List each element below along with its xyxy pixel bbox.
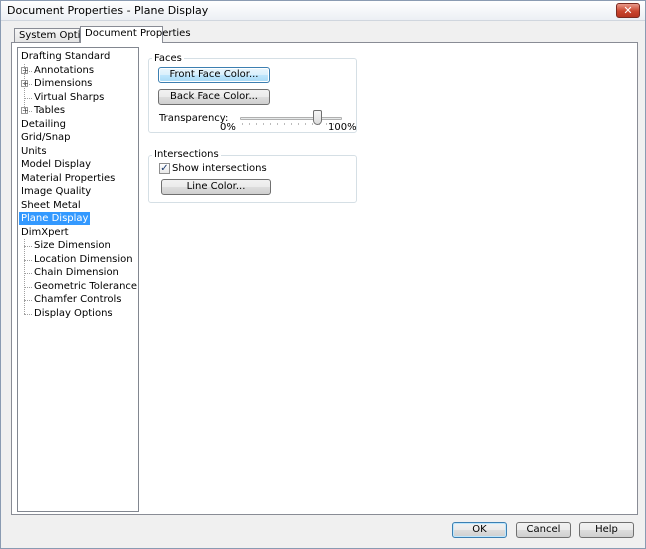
tree-item-display-options[interactable]: Display Options <box>32 307 115 320</box>
back-face-color-button[interactable]: Back Face Color... <box>158 89 270 105</box>
ok-button[interactable]: OK <box>452 522 507 538</box>
tree-item-tables[interactable]: Tables <box>32 104 67 117</box>
tree-connector-line <box>24 239 25 314</box>
tree-connector-line <box>24 286 32 288</box>
tree-item-sheet-metal[interactable]: Sheet Metal <box>19 199 83 212</box>
tree-item-material-properties[interactable]: Material Properties <box>19 172 117 185</box>
tree-item-plane-display[interactable]: Plane Display <box>19 212 91 225</box>
window-title: Document Properties - Plane Display <box>7 4 209 17</box>
intersections-group-label: Intersections <box>152 149 221 160</box>
tab-system-options[interactable]: System Options <box>14 28 98 43</box>
tree-item-dimensions[interactable]: Dimensions <box>32 77 94 90</box>
tree-item-virtual-sharps[interactable]: Virtual Sharps <box>32 91 106 104</box>
cancel-button[interactable]: Cancel <box>516 522 571 538</box>
tree-item-size-dimension[interactable]: Size Dimension <box>32 239 113 252</box>
tree-item-image-quality[interactable]: Image Quality <box>19 185 93 198</box>
tree-connector-line <box>24 97 32 99</box>
transparency-label: Transparency: <box>159 113 229 124</box>
tab-panel: Drafting Standard + Annotations + Dimensions… <box>11 42 638 515</box>
tree-connector-line <box>24 300 32 301</box>
tree-item-detailing[interactable]: Detailing <box>19 118 68 131</box>
tree-connector-line <box>24 259 32 261</box>
help-button[interactable]: Help <box>579 522 634 538</box>
show-intersections-label[interactable]: Show intersections <box>172 163 267 174</box>
transparency-slider-thumb[interactable] <box>312 110 322 125</box>
tree-item-geometric-tolerance[interactable]: Geometric Tolerance <box>32 280 139 293</box>
tree-connector-line <box>24 63 25 111</box>
tree-item-location-dimension[interactable]: Location Dimension <box>32 253 135 266</box>
tab-document-properties[interactable]: Document Properties <box>80 26 191 43</box>
tree-item-grid-snap[interactable]: Grid/Snap <box>19 131 73 144</box>
transparency-slider-ticks <box>242 123 340 125</box>
transparency-min-label: 0% <box>220 122 236 133</box>
faces-group-label: Faces <box>152 53 184 64</box>
tree-connector-line <box>24 273 32 274</box>
transparency-max-label: 100% <box>328 122 357 133</box>
options-tree[interactable]: Drafting Standard + Annotations + Dimensions… <box>17 47 139 512</box>
tree-item-annotations[interactable]: Annotations <box>32 64 96 77</box>
tree-item-chamfer-controls[interactable]: Chamfer Controls <box>32 293 124 306</box>
tree-item-units[interactable]: Units <box>19 145 49 158</box>
tree-item-dimxpert[interactable]: DimXpert <box>19 226 71 239</box>
tree-connector-line <box>24 313 32 315</box>
check-icon: ✓ <box>160 163 169 174</box>
transparency-slider-track[interactable] <box>240 117 342 120</box>
title-bar[interactable]: Document Properties - Plane Display ✕ <box>1 1 645 21</box>
front-face-color-button[interactable]: Front Face Color... <box>158 67 270 83</box>
close-icon: ✕ <box>623 4 633 17</box>
tree-item-chain-dimension[interactable]: Chain Dimension <box>32 266 121 279</box>
tree-item-drafting-standard[interactable]: Drafting Standard <box>19 50 112 63</box>
close-button[interactable]: ✕ <box>616 3 640 18</box>
tree-item-model-display[interactable]: Model Display <box>19 158 93 171</box>
line-color-button[interactable]: Line Color... <box>161 179 271 195</box>
show-intersections-checkbox[interactable]: ✓ <box>159 163 170 174</box>
dialog-window: Document Properties - Plane Display ✕ Sy… <box>0 0 646 549</box>
tree-connector-line <box>24 246 32 247</box>
